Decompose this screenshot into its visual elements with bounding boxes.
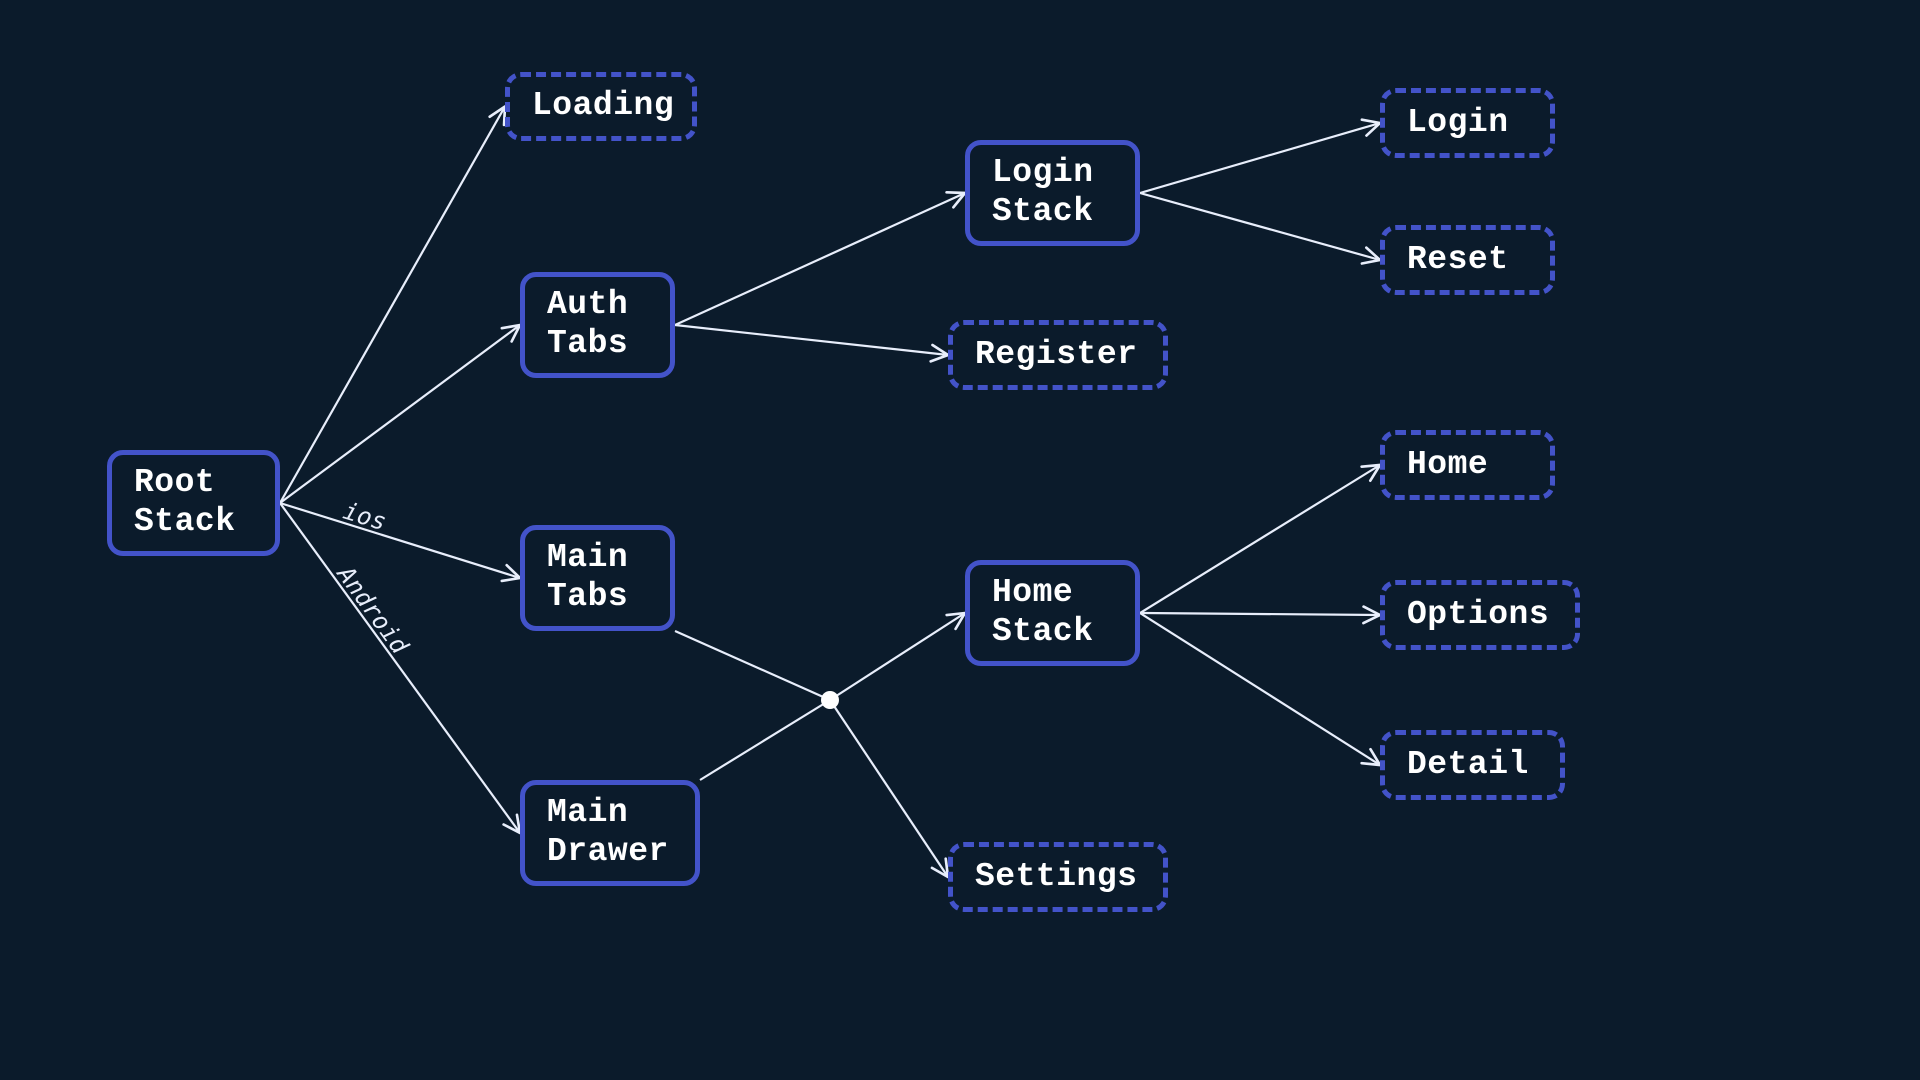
node-label: Home bbox=[1407, 446, 1488, 485]
node-label: Reset bbox=[1407, 241, 1509, 280]
node-label: Login bbox=[1407, 104, 1509, 143]
node-home-stack: Home Stack bbox=[965, 560, 1140, 666]
node-label: Register bbox=[975, 336, 1137, 375]
node-label: Main Tabs bbox=[547, 539, 628, 617]
node-label: Main Drawer bbox=[547, 794, 669, 872]
node-label: Settings bbox=[975, 858, 1137, 897]
navigation-diagram: Root Stack Loading Auth Tabs Main Tabs M… bbox=[0, 0, 1920, 1080]
node-label: Auth Tabs bbox=[547, 286, 628, 364]
node-login-stack: Login Stack bbox=[965, 140, 1140, 246]
node-reset: Reset bbox=[1380, 225, 1555, 295]
node-main-drawer: Main Drawer bbox=[520, 780, 700, 886]
node-settings: Settings bbox=[948, 842, 1168, 912]
edge-label-ios: ios bbox=[339, 497, 389, 537]
node-label: Loading bbox=[532, 87, 674, 126]
node-auth-tabs: Auth Tabs bbox=[520, 272, 675, 378]
node-label: Login Stack bbox=[992, 154, 1094, 232]
node-label: Root Stack bbox=[134, 464, 236, 542]
edge-layer bbox=[0, 0, 1920, 1080]
node-register: Register bbox=[948, 320, 1168, 390]
edge-label-android: Android bbox=[331, 560, 413, 658]
node-label: Home Stack bbox=[992, 574, 1094, 652]
node-label: Options bbox=[1407, 596, 1549, 635]
node-label: Detail bbox=[1407, 746, 1529, 785]
node-root-stack: Root Stack bbox=[107, 450, 280, 556]
node-loading: Loading bbox=[505, 72, 697, 141]
node-options: Options bbox=[1380, 580, 1580, 650]
node-main-tabs: Main Tabs bbox=[520, 525, 675, 631]
node-detail: Detail bbox=[1380, 730, 1565, 800]
node-login: Login bbox=[1380, 88, 1555, 158]
node-home: Home bbox=[1380, 430, 1555, 500]
